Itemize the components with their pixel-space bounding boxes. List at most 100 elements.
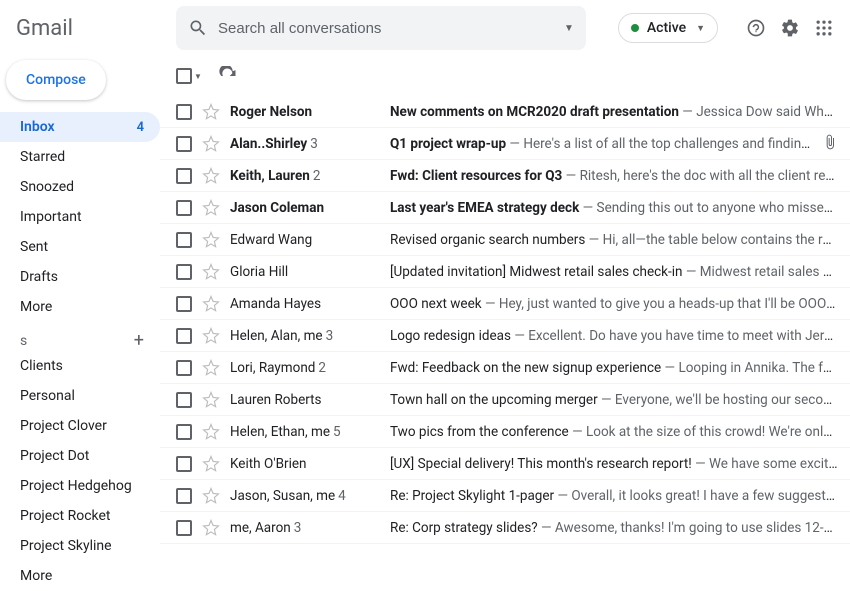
sidebar-item-sent[interactable]: Sent	[0, 232, 160, 262]
star-icon[interactable]	[202, 391, 220, 409]
thread-subject: Re: Corp strategy slides?	[390, 520, 538, 536]
row-checkbox[interactable]	[176, 264, 192, 280]
row-checkbox[interactable]	[176, 520, 192, 536]
thread-subject-line: OOO next week — Hey, just wanted to give…	[390, 296, 838, 312]
row-checkbox[interactable]	[176, 232, 192, 248]
sidebar-label-project-dot[interactable]: Project Dot	[0, 441, 160, 471]
separator: —	[679, 104, 696, 120]
thread-sender: Gloria Hill	[230, 264, 380, 280]
search-input[interactable]	[218, 20, 554, 37]
thread-row[interactable]: Gloria Hill [Updated invitation] Midwest …	[160, 256, 850, 288]
thread-snippet: Midwest retail sales check-in @ Tu...	[700, 264, 838, 280]
star-icon[interactable]	[202, 199, 220, 217]
sidebar-item-label: Important	[20, 209, 82, 225]
apps-icon[interactable]	[814, 18, 834, 38]
help-icon[interactable]	[746, 18, 766, 38]
separator: —	[554, 488, 571, 504]
thread-snippet: Hey, just wanted to give you a heads-up …	[499, 296, 838, 312]
sidebar-item-count: 4	[137, 120, 144, 135]
separator: —	[683, 264, 700, 280]
row-checkbox[interactable]	[176, 104, 192, 120]
sidebar-label-project-hedgehog[interactable]: Project Hedgehog	[0, 471, 160, 501]
thread-snippet: Overall, it looks great! I have a few su…	[571, 488, 838, 504]
thread-row[interactable]: Jason, Susan, me4Re: Project Skylight 1-…	[160, 480, 850, 512]
sidebar-item-starred[interactable]: Starred	[0, 142, 160, 172]
sidebar-item-label: Project Rocket	[20, 508, 110, 524]
thread-subject-line: Q1 project wrap-up — Here's a list of al…	[390, 136, 812, 152]
thread-sender: Helen, Alan, me3	[230, 328, 380, 344]
refresh-icon[interactable]	[218, 66, 238, 86]
thread-count: 2	[318, 360, 326, 376]
thread-subject: Fwd: Feedback on the new signup experien…	[390, 360, 661, 376]
sidebar-item-more[interactable]: More	[0, 292, 160, 322]
row-checkbox[interactable]	[176, 296, 192, 312]
row-checkbox[interactable]	[176, 168, 192, 184]
thread-subject: [Updated invitation] Midwest retail sale…	[390, 264, 683, 280]
thread-subject: Town hall on the upcoming merger	[390, 392, 598, 408]
search-options-dropdown-icon[interactable]: ▼	[564, 23, 574, 34]
star-icon[interactable]	[202, 519, 220, 537]
star-icon[interactable]	[202, 423, 220, 441]
status-pill[interactable]: Active ▼	[618, 13, 718, 43]
star-icon[interactable]	[202, 135, 220, 153]
star-icon[interactable]	[202, 167, 220, 185]
star-icon[interactable]	[202, 487, 220, 505]
sidebar-item-label: Sent	[20, 239, 48, 255]
thread-row[interactable]: Lauren RobertsTown hall on the upcoming …	[160, 384, 850, 416]
sidebar-item-important[interactable]: Important	[0, 202, 160, 232]
thread-row[interactable]: Jason ColemanLast year's EMEA strategy d…	[160, 192, 850, 224]
star-icon[interactable]	[202, 359, 220, 377]
row-checkbox[interactable]	[176, 136, 192, 152]
sidebar-item-label: Starred	[20, 149, 65, 165]
select-all-checkbox[interactable]	[176, 68, 192, 84]
thread-subject-line: Last year's EMEA strategy deck — Sending…	[390, 200, 838, 216]
sidebar-item-inbox[interactable]: Inbox4	[0, 112, 160, 142]
thread-row[interactable]: Keith O'Brien[UX] Special delivery! This…	[160, 448, 850, 480]
thread-sender: Edward Wang	[230, 232, 380, 248]
row-checkbox[interactable]	[176, 328, 192, 344]
thread-sender: Keith O'Brien	[230, 456, 380, 472]
thread-row[interactable]: me, Aaron3Re: Corp strategy slides? — Aw…	[160, 512, 850, 544]
row-checkbox[interactable]	[176, 488, 192, 504]
star-icon[interactable]	[202, 263, 220, 281]
sidebar-item-snoozed[interactable]: Snoozed	[0, 172, 160, 202]
thread-row[interactable]: Amanda HayesOOO next week — Hey, just wa…	[160, 288, 850, 320]
sidebar-label-clients[interactable]: Clients	[0, 351, 160, 381]
row-checkbox[interactable]	[176, 200, 192, 216]
row-checkbox[interactable]	[176, 392, 192, 408]
star-icon[interactable]	[202, 455, 220, 473]
compose-button[interactable]: Compose	[6, 60, 106, 100]
star-icon[interactable]	[202, 295, 220, 313]
row-checkbox[interactable]	[176, 424, 192, 440]
sidebar-label-project-skyline[interactable]: Project Skyline	[0, 531, 160, 561]
select-all[interactable]: ▼	[176, 68, 202, 84]
star-icon[interactable]	[202, 103, 220, 121]
attachment-icon	[822, 134, 838, 154]
sidebar-label-more[interactable]: More	[0, 561, 160, 591]
thread-subject-line: Re: Corp strategy slides? — Awesome, tha…	[390, 520, 838, 536]
search-bar[interactable]: ▼	[176, 6, 586, 50]
thread-row[interactable]: Helen, Ethan, me5Two pics from the confe…	[160, 416, 850, 448]
thread-row[interactable]: Edward WangRevised organic search number…	[160, 224, 850, 256]
search-icon	[188, 18, 208, 38]
row-checkbox[interactable]	[176, 360, 192, 376]
separator: —	[661, 360, 678, 376]
sidebar-label-personal[interactable]: Personal	[0, 381, 160, 411]
thread-subject-line: Fwd: Feedback on the new signup experien…	[390, 360, 838, 376]
sidebar-label-project-rocket[interactable]: Project Rocket	[0, 501, 160, 531]
sidebar-item-drafts[interactable]: Drafts	[0, 262, 160, 292]
thread-row[interactable]: Lori, Raymond2Fwd: Feedback on the new s…	[160, 352, 850, 384]
star-icon[interactable]	[202, 231, 220, 249]
thread-row[interactable]: Keith, Lauren2Fwd: Client resources for …	[160, 160, 850, 192]
thread-row[interactable]: Helen, Alan, me3Logo redesign ideas — Ex…	[160, 320, 850, 352]
star-icon[interactable]	[202, 327, 220, 345]
thread-row[interactable]: Roger NelsonNew comments on MCR2020 draf…	[160, 96, 850, 128]
chevron-down-icon[interactable]: ▼	[194, 72, 202, 81]
separator: —	[506, 136, 523, 152]
settings-icon[interactable]	[780, 18, 800, 38]
thread-count: 3	[294, 520, 302, 536]
add-label-icon[interactable]: +	[134, 330, 144, 351]
thread-row[interactable]: Alan..Shirley3Q1 project wrap-up — Here'…	[160, 128, 850, 160]
sidebar-label-project-clover[interactable]: Project Clover	[0, 411, 160, 441]
row-checkbox[interactable]	[176, 456, 192, 472]
